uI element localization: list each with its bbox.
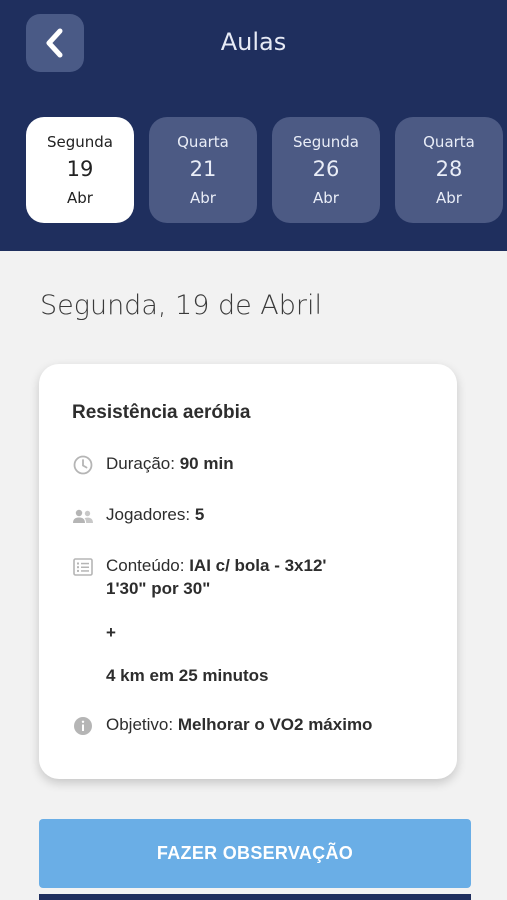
content-row: Conteúdo: IAI c/ bola - 3x12' 1'30" por …: [72, 556, 326, 599]
make-observation-button[interactable]: FAZER OBSERVAÇÃO: [39, 819, 471, 888]
content-value-line2: 1'30" por 30": [106, 579, 211, 598]
date-month: Abr: [67, 189, 93, 207]
date-month: Abr: [313, 189, 339, 207]
button-divider: [39, 894, 471, 900]
duration-label: Duração:: [106, 454, 175, 473]
date-card-26[interactable]: Segunda 26 Abr: [272, 117, 380, 223]
info-icon: [72, 715, 94, 737]
content-plus: +: [106, 623, 116, 642]
date-dow: Segunda: [47, 133, 113, 151]
objective-row: Objetivo: Melhorar o VO2 máximo: [72, 715, 372, 737]
content-label: Conteúdo:: [106, 556, 185, 575]
selected-date-heading: Segunda, 19 de Abril: [40, 290, 323, 321]
content-value-line1: IAI c/ bola - 3x12': [189, 556, 327, 575]
players-value: 5: [194, 505, 205, 524]
objective-label: Objetivo:: [106, 715, 174, 734]
date-dow: Quarta: [177, 133, 229, 151]
people-icon: [72, 505, 94, 527]
date-month: Abr: [190, 189, 216, 207]
lesson-title: Resistência aeróbia: [72, 402, 251, 423]
date-dow: Segunda: [293, 133, 359, 151]
date-day: 28: [435, 157, 463, 181]
objective-value: Melhorar o VO2 máximo: [177, 715, 373, 734]
duration-value: 90 min: [179, 454, 234, 473]
date-month: Abr: [436, 189, 462, 207]
players-row: Jogadores: 5: [72, 505, 204, 527]
date-card-21[interactable]: Quarta 21 Abr: [149, 117, 257, 223]
list-icon: [72, 556, 94, 578]
date-dow: Quarta: [423, 133, 475, 151]
page-title: Aulas: [220, 28, 287, 56]
lesson-card: Resistência aeróbia Duração: 90 min Joga…: [39, 364, 457, 779]
date-day: 26: [312, 157, 340, 181]
date-day: 19: [66, 157, 94, 181]
date-day: 21: [189, 157, 217, 181]
duration-row: Duração: 90 min: [72, 454, 234, 476]
players-label: Jogadores:: [106, 505, 191, 524]
app-header: Aulas Segunda 19 Abr Quarta 21 Abr Segun…: [0, 0, 507, 251]
date-card-19[interactable]: Segunda 19 Abr: [26, 117, 134, 223]
clock-icon: [72, 454, 94, 476]
date-card-28[interactable]: Quarta 28 Abr: [395, 117, 503, 223]
content-extra: 4 km em 25 minutos: [106, 666, 269, 685]
